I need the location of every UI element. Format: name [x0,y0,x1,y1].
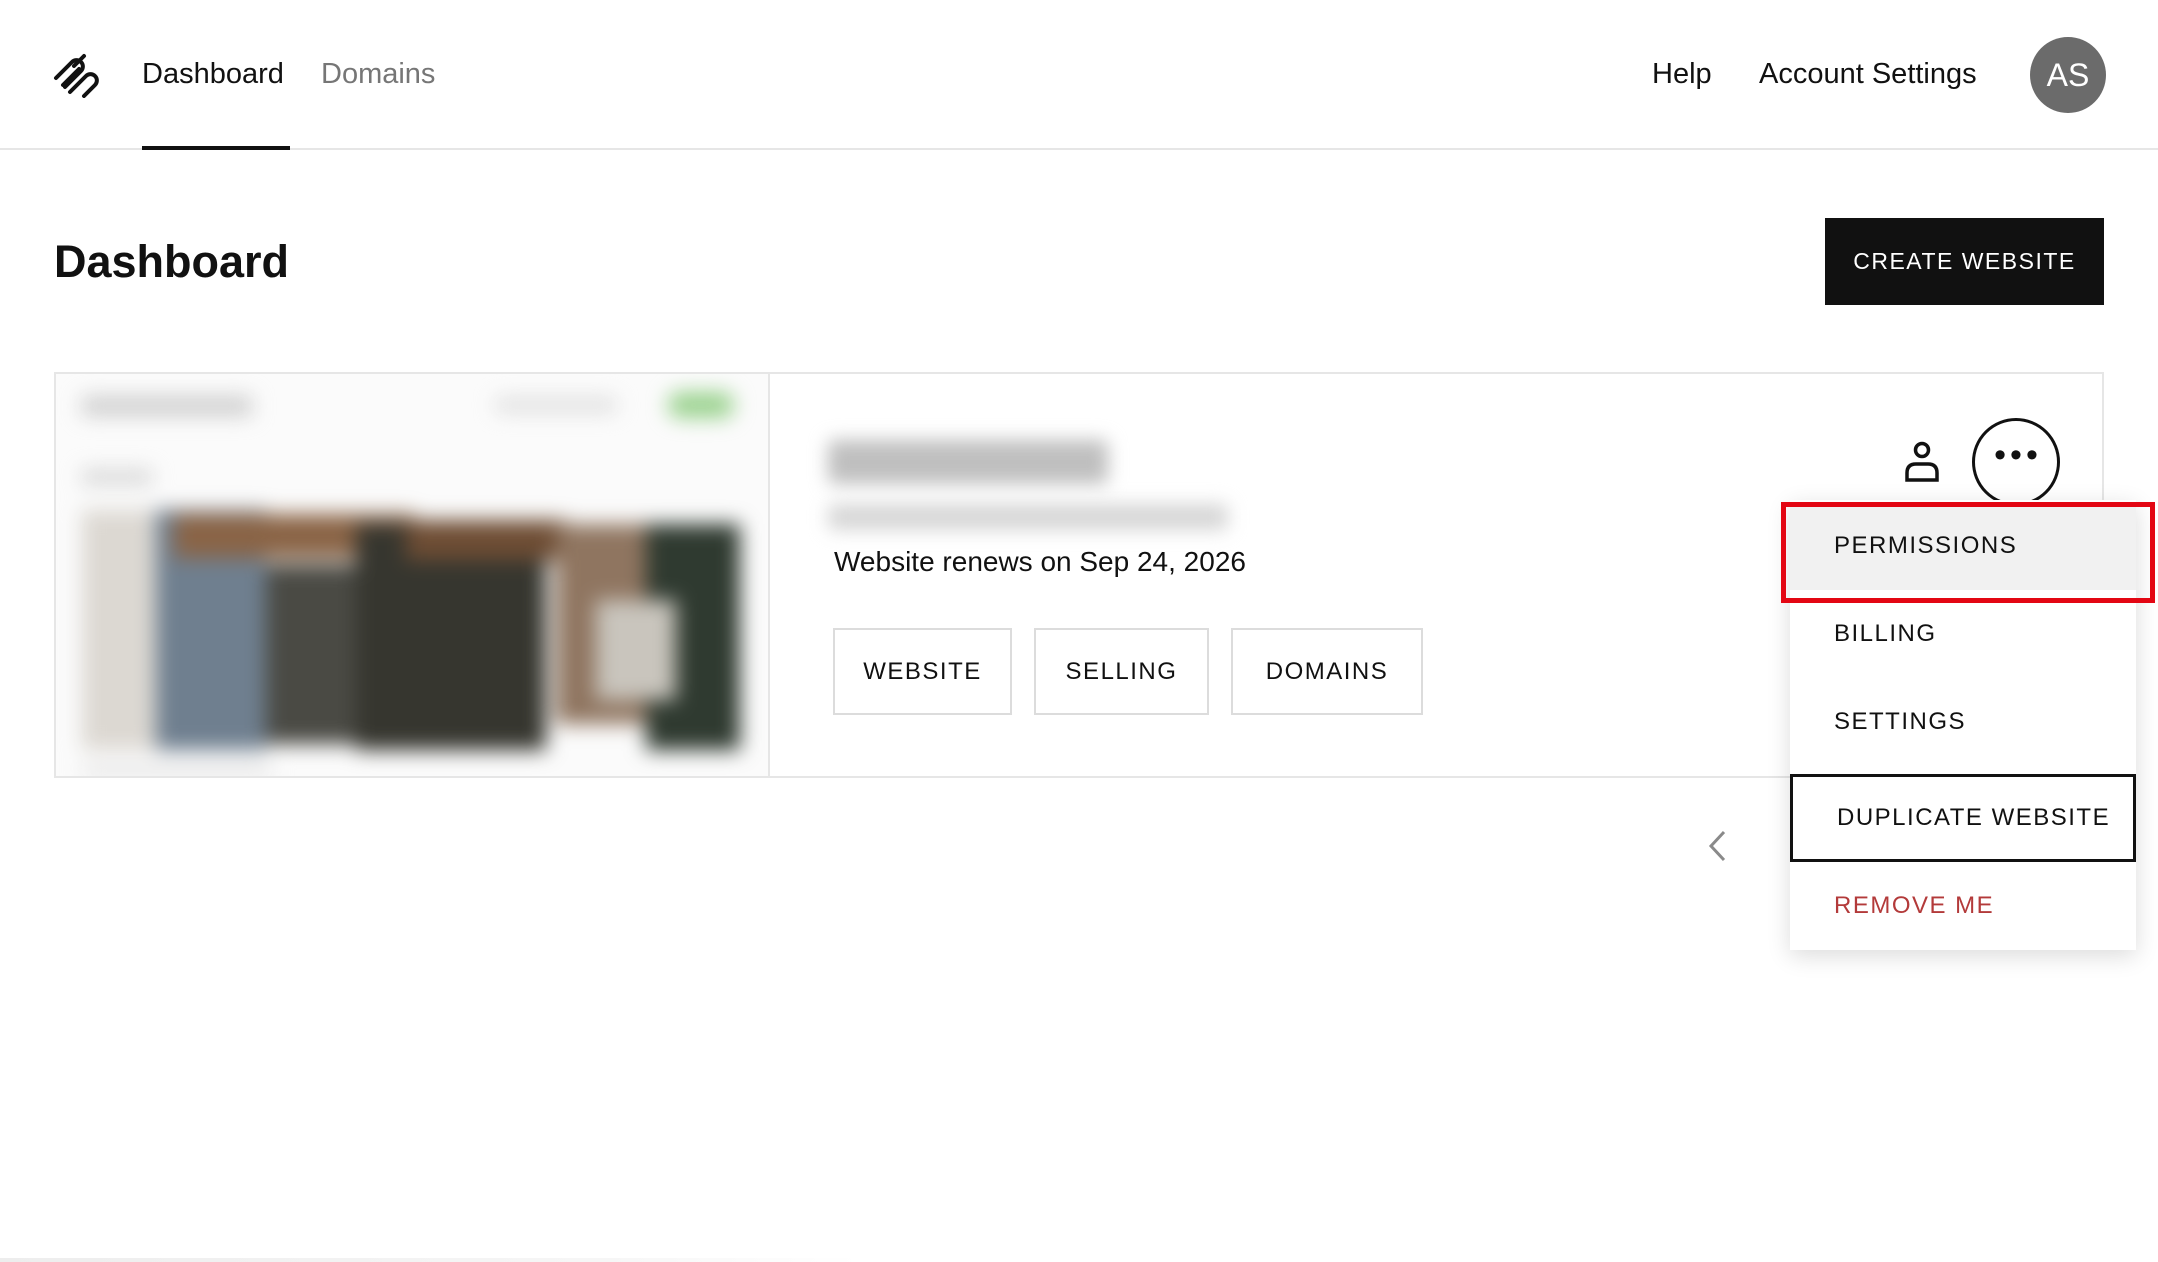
selling-button[interactable]: SELLING [1034,628,1209,715]
more-horizontal-icon: ••• [1994,436,2042,474]
nav-link-account-settings[interactable]: Account Settings [1759,56,1977,92]
page-title: Dashboard [54,236,290,287]
menu-item-remove-me[interactable]: REMOVE ME [1790,862,2136,950]
more-options-button[interactable]: ••• [1972,418,2060,506]
create-website-button[interactable]: CREATE WEBSITE [1825,218,2104,305]
website-button[interactable]: WEBSITE [833,628,1012,715]
active-tab-indicator [142,146,290,150]
website-thumbnail[interactable] [56,374,770,776]
menu-item-billing[interactable]: BILLING [1790,590,2136,678]
squarespace-logo-icon[interactable] [50,52,102,98]
person-icon[interactable] [1902,440,1942,484]
nav-link-domains[interactable]: Domains [321,56,435,92]
menu-item-permissions[interactable]: PERMISSIONS [1790,502,2136,590]
top-navigation-bar: Dashboard Domains Help Account Settings … [0,0,2158,150]
nav-link-dashboard[interactable]: Dashboard [142,56,284,92]
user-avatar[interactable]: AS [2030,37,2106,113]
menu-item-settings[interactable]: SETTINGS [1790,678,2136,766]
blurred-site-preview [56,374,768,776]
site-options-dropdown: PERMISSIONS BILLING SETTINGS DUPLICATE W… [1790,500,2136,950]
chevron-left-icon[interactable] [1702,826,1732,866]
bottom-divider [0,1258,860,1262]
nav-link-help[interactable]: Help [1652,56,1712,92]
menu-item-duplicate-website[interactable]: DUPLICATE WEBSITE [1790,774,2136,862]
site-url-redacted[interactable] [828,504,1228,530]
site-name-redacted[interactable] [828,440,1108,484]
renewal-date-text: Website renews on Sep 24, 2026 [834,546,1246,577]
domains-button[interactable]: DOMAINS [1231,628,1423,715]
